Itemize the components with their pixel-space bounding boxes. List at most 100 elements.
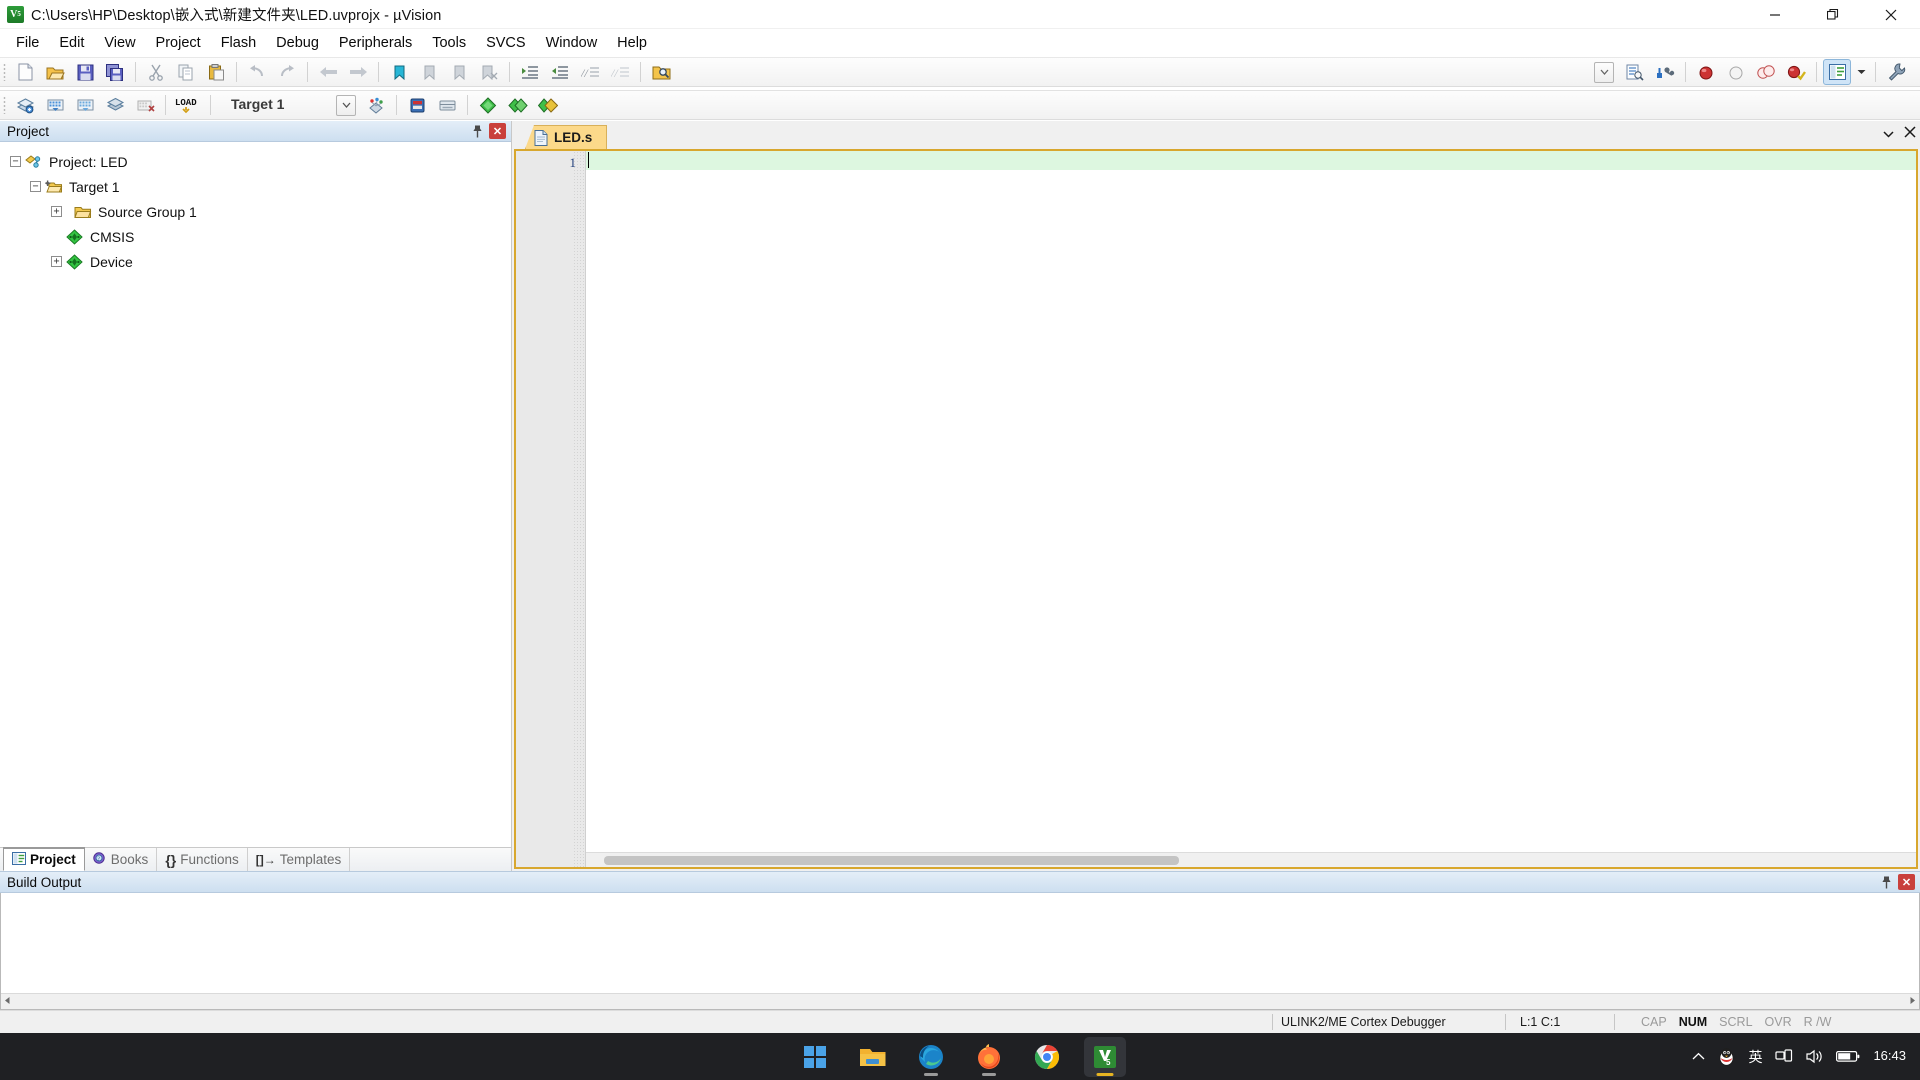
ime-indicator[interactable]: 英 bbox=[1748, 1047, 1762, 1067]
scrollbar-thumb[interactable] bbox=[604, 856, 1179, 865]
stop-build-icon[interactable] bbox=[131, 92, 159, 118]
tree-item-cmsis[interactable]: CMSIS bbox=[0, 224, 511, 249]
expander-toggle[interactable]: + bbox=[51, 256, 62, 267]
menu-project[interactable]: Project bbox=[146, 31, 211, 55]
code-editor[interactable] bbox=[586, 151, 1916, 867]
navigate-forward-icon[interactable] bbox=[344, 59, 372, 85]
network-icon[interactable] bbox=[1775, 1049, 1793, 1065]
menu-edit[interactable]: Edit bbox=[49, 31, 94, 55]
restore-button[interactable] bbox=[1804, 0, 1862, 29]
configure-icon[interactable] bbox=[1621, 59, 1649, 85]
uncomment-icon[interactable]: // bbox=[606, 59, 634, 85]
expander-toggle[interactable]: − bbox=[30, 181, 41, 192]
debug-settings-icon[interactable] bbox=[1651, 59, 1679, 85]
taskbar-clock[interactable]: 16:43 bbox=[1873, 1049, 1906, 1063]
menu-debug[interactable]: Debug bbox=[266, 31, 329, 55]
menu-tools[interactable]: Tools bbox=[422, 31, 476, 55]
undo-icon[interactable] bbox=[243, 59, 271, 85]
firefox-button[interactable] bbox=[968, 1037, 1010, 1077]
tab-books[interactable]: ? Books bbox=[85, 848, 158, 871]
menu-svcs[interactable]: SVCS bbox=[476, 31, 536, 55]
comment-icon[interactable]: // bbox=[576, 59, 604, 85]
pin-icon[interactable] bbox=[467, 123, 487, 140]
tree-item-target[interactable]: − Target 1 bbox=[0, 174, 511, 199]
rebuild-all-icon[interactable] bbox=[71, 92, 99, 118]
menu-flash[interactable]: Flash bbox=[211, 31, 266, 55]
tree-item-device[interactable]: + Device bbox=[0, 249, 511, 274]
disable-breakpoint-icon[interactable] bbox=[1722, 59, 1750, 85]
volume-icon[interactable] bbox=[1806, 1049, 1823, 1064]
tab-functions[interactable]: {} Functions bbox=[157, 848, 247, 871]
navigate-back-icon[interactable] bbox=[314, 59, 342, 85]
configure-target-icon[interactable] bbox=[1882, 59, 1910, 85]
build-horizontal-scrollbar[interactable] bbox=[1, 993, 1919, 1009]
chevron-down-icon[interactable] bbox=[336, 95, 356, 116]
batch-build-icon[interactable] bbox=[101, 92, 129, 118]
open-file-icon[interactable] bbox=[41, 59, 69, 85]
cut-icon[interactable] bbox=[142, 59, 170, 85]
scroll-left-arrow[interactable] bbox=[3, 996, 12, 1008]
toolbar-grip[interactable] bbox=[3, 96, 6, 114]
bookmark-prev-icon[interactable] bbox=[415, 59, 443, 85]
new-class-icon[interactable] bbox=[433, 92, 461, 118]
keil-uvision5-button[interactable]: 5 bbox=[1084, 1037, 1126, 1077]
tab-templates[interactable]: []→ Templates bbox=[248, 848, 351, 871]
manage-project-items-icon[interactable] bbox=[362, 92, 390, 118]
indent-icon[interactable] bbox=[516, 59, 544, 85]
pin-icon[interactable] bbox=[1876, 874, 1896, 891]
close-button[interactable] bbox=[1862, 0, 1920, 29]
insert-icon[interactable] bbox=[474, 92, 502, 118]
qq-penguin-icon[interactable] bbox=[1718, 1047, 1735, 1066]
disable-all-breakpoints-icon[interactable] bbox=[1752, 59, 1780, 85]
minimize-button[interactable] bbox=[1746, 0, 1804, 29]
save-all-icon[interactable] bbox=[101, 59, 129, 85]
chevron-up-icon[interactable] bbox=[1692, 1052, 1705, 1061]
tab-project[interactable]: Project bbox=[3, 847, 85, 871]
bookmark-toggle-icon[interactable] bbox=[385, 59, 413, 85]
menu-view[interactable]: View bbox=[94, 31, 145, 55]
editor-horizontal-scrollbar[interactable] bbox=[586, 852, 1916, 867]
target-selector-value[interactable]: Target 1 bbox=[224, 94, 336, 116]
toolbar-combo-dropdown[interactable] bbox=[1594, 62, 1614, 83]
project-window-toggle-icon[interactable] bbox=[1823, 59, 1851, 85]
expander-toggle[interactable]: − bbox=[10, 156, 21, 167]
manage-run-time-icon[interactable] bbox=[403, 92, 431, 118]
download-flash-icon[interactable]: LOAD bbox=[172, 92, 204, 118]
new-file-icon[interactable] bbox=[11, 59, 39, 85]
menu-file[interactable]: File bbox=[6, 31, 49, 55]
start-button[interactable] bbox=[794, 1037, 836, 1077]
save-icon[interactable] bbox=[71, 59, 99, 85]
insert-breakpoint-icon[interactable] bbox=[1692, 59, 1720, 85]
close-panel-button[interactable]: ✕ bbox=[489, 123, 506, 139]
copy-icon[interactable] bbox=[172, 59, 200, 85]
outdent-icon[interactable] bbox=[546, 59, 574, 85]
bookmark-next-icon[interactable] bbox=[445, 59, 473, 85]
find-in-files-icon[interactable] bbox=[647, 59, 675, 85]
paste-icon[interactable] bbox=[202, 59, 230, 85]
menu-window[interactable]: Window bbox=[536, 31, 608, 55]
toolbox-dropdown-icon[interactable] bbox=[1853, 59, 1869, 85]
editor-tab-close[interactable] bbox=[1904, 125, 1916, 143]
expander-toggle[interactable]: + bbox=[51, 206, 62, 217]
editor-tab-led-s[interactable]: LED.s bbox=[525, 125, 607, 149]
pack-installer-icon[interactable] bbox=[534, 92, 562, 118]
menu-help[interactable]: Help bbox=[607, 31, 657, 55]
redo-icon[interactable] bbox=[273, 59, 301, 85]
close-build-output-button[interactable]: ✕ bbox=[1898, 874, 1915, 890]
google-chrome-button[interactable] bbox=[1026, 1037, 1068, 1077]
tree-item-source-group[interactable]: + Source Group 1 bbox=[0, 199, 511, 224]
bookmark-clear-icon[interactable] bbox=[475, 59, 503, 85]
export-icon[interactable] bbox=[504, 92, 532, 118]
toolbar-grip[interactable] bbox=[3, 63, 6, 81]
translate-file-icon[interactable] bbox=[11, 92, 39, 118]
build-target-icon[interactable] bbox=[41, 92, 69, 118]
battery-icon[interactable] bbox=[1836, 1050, 1860, 1063]
file-explorer-button[interactable] bbox=[852, 1037, 894, 1077]
build-output-content[interactable] bbox=[0, 893, 1920, 1010]
target-selector[interactable]: Target 1 bbox=[224, 94, 356, 116]
scroll-right-arrow[interactable] bbox=[1908, 996, 1917, 1008]
editor-tab-dropdown[interactable] bbox=[1883, 125, 1894, 143]
menu-peripherals[interactable]: Peripherals bbox=[329, 31, 422, 55]
tree-item-project[interactable]: − Project: LED bbox=[0, 149, 511, 174]
kill-all-breakpoints-icon[interactable] bbox=[1782, 59, 1810, 85]
